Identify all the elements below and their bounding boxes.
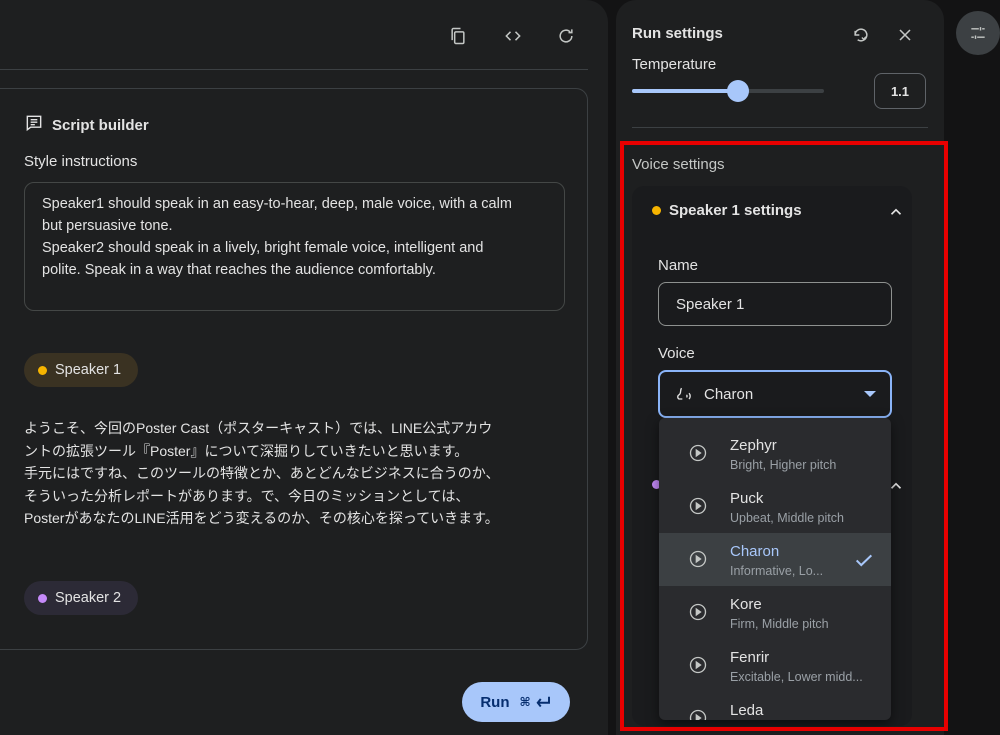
copy-icon[interactable] bbox=[446, 24, 470, 48]
play-circle-icon bbox=[689, 709, 707, 720]
speaker1-chip[interactable]: Speaker 1 bbox=[24, 353, 139, 387]
voice-wave-icon bbox=[677, 387, 691, 400]
script-builder-icon bbox=[24, 113, 44, 137]
speaker2-chip[interactable]: Speaker 2 bbox=[24, 581, 139, 615]
script-builder-card: Script builder Style instructions Speake… bbox=[0, 88, 588, 650]
refresh-icon[interactable] bbox=[554, 24, 578, 48]
play-circle-icon bbox=[689, 497, 707, 515]
voice-select[interactable]: Charon bbox=[658, 370, 892, 418]
enter-icon bbox=[536, 696, 550, 708]
speaker1-script-text[interactable]: ようこそ、今回のPoster Cast（ポスターキャスト）では、LINE公式アカ… bbox=[24, 417, 564, 530]
voice-option-leda[interactable]: Leda bbox=[659, 692, 891, 720]
voice-option-puck[interactable]: Puck Upbeat, Middle pitch bbox=[659, 480, 891, 533]
settings-toggle-button[interactable] bbox=[956, 11, 1000, 55]
check-icon bbox=[855, 554, 873, 567]
style-instructions-label: Style instructions bbox=[24, 153, 138, 170]
speaker1-dot bbox=[38, 365, 47, 375]
run-shortcut: ⌘ bbox=[520, 693, 552, 711]
speaker-name-input[interactable] bbox=[658, 282, 892, 326]
temperature-value-input[interactable]: 1.1 bbox=[874, 73, 926, 109]
close-icon[interactable] bbox=[894, 24, 916, 46]
code-icon[interactable] bbox=[501, 24, 525, 48]
main-toolbar bbox=[0, 0, 588, 70]
script-builder-title: Script builder bbox=[24, 113, 149, 137]
voice-option-kore[interactable]: Kore Firm, Middle pitch bbox=[659, 586, 891, 639]
chevron-up-icon[interactable] bbox=[886, 202, 906, 222]
voice-option-charon[interactable]: Charon Informative, Lo... bbox=[659, 533, 891, 586]
run-button[interactable]: Run ⌘ bbox=[462, 682, 570, 722]
dropdown-caret-icon bbox=[864, 391, 876, 397]
play-circle-icon bbox=[689, 444, 707, 462]
voice-option-zephyr[interactable]: Zephyr Bright, Higher pitch bbox=[659, 427, 891, 480]
temperature-label: Temperature bbox=[632, 56, 717, 73]
voice-options-dropdown: Zephyr Bright, Higher pitch Puck Upbeat,… bbox=[659, 418, 891, 720]
voice-option-fenrir[interactable]: Fenrir Excitable, Lower midd... bbox=[659, 639, 891, 692]
reset-settings-icon[interactable] bbox=[850, 24, 872, 46]
settings-divider bbox=[632, 127, 928, 128]
play-circle-icon bbox=[689, 603, 707, 621]
speaker2-dot bbox=[38, 593, 47, 603]
voice-field-label: Voice bbox=[658, 345, 695, 362]
main-workspace: Script builder Style instructions Speake… bbox=[0, 0, 608, 735]
run-settings-title: Run settings bbox=[632, 25, 723, 42]
style-instructions-input[interactable]: Speaker1 should speak in an easy-to-hear… bbox=[24, 182, 565, 311]
speaker1-settings-dot bbox=[652, 206, 661, 215]
speaker-name-label: Name bbox=[658, 257, 699, 274]
temperature-slider-fill bbox=[632, 89, 738, 93]
voice-settings-label: Voice settings bbox=[632, 156, 725, 173]
temperature-slider-thumb[interactable] bbox=[726, 80, 749, 102]
temperature-slider[interactable] bbox=[632, 80, 824, 102]
play-circle-icon bbox=[689, 656, 707, 674]
tune-icon bbox=[971, 27, 985, 39]
play-circle-icon bbox=[689, 550, 707, 568]
speaker1-settings-header[interactable]: Speaker 1 settings bbox=[652, 202, 802, 219]
